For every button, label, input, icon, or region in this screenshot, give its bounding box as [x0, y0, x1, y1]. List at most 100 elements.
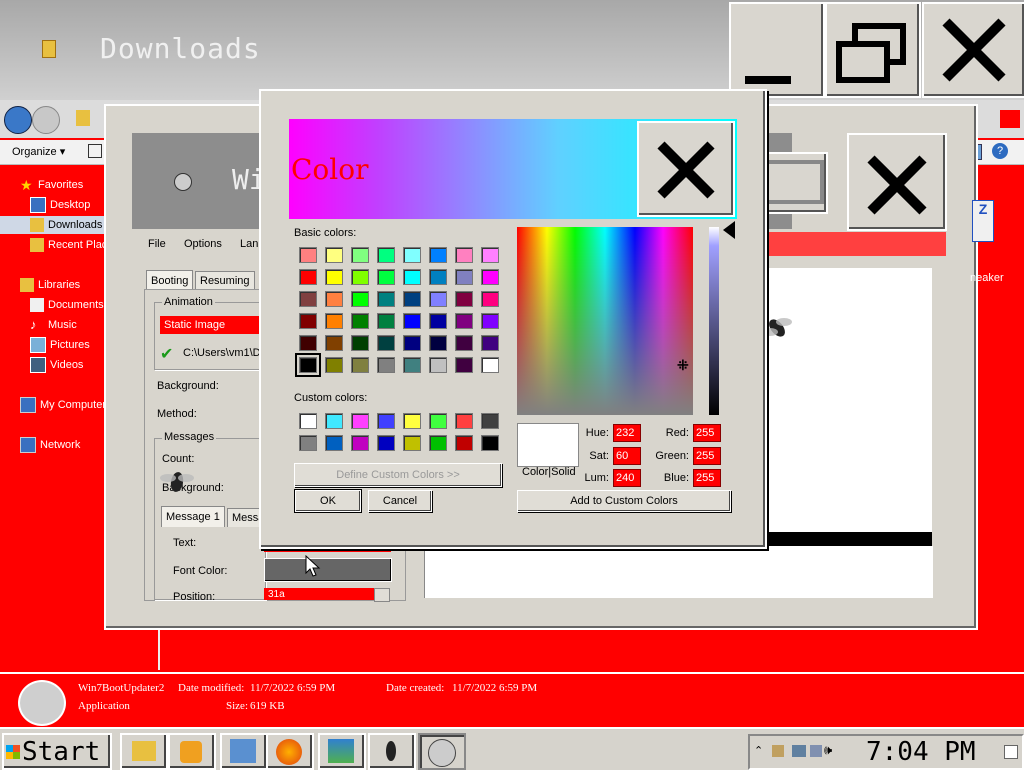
- animation-select[interactable]: Static Image: [160, 316, 260, 334]
- custom-color-swatch[interactable]: [403, 413, 421, 429]
- sidebar-item-my-computer[interactable]: My Computer: [20, 396, 106, 414]
- search-input[interactable]: [1000, 110, 1020, 128]
- custom-color-swatch[interactable]: [481, 435, 499, 451]
- custom-color-swatch[interactable]: [377, 435, 395, 451]
- lum-input[interactable]: 240: [613, 469, 641, 487]
- font-color-button[interactable]: [264, 558, 392, 582]
- custom-color-swatch[interactable]: [299, 413, 317, 429]
- sidebar-item-pictures[interactable]: Pictures: [30, 336, 90, 354]
- close-button[interactable]: [922, 2, 1024, 98]
- basic-color-swatch[interactable]: [403, 269, 421, 285]
- custom-color-swatch[interactable]: [325, 413, 343, 429]
- add-to-custom-colors-button[interactable]: Add to Custom Colors: [517, 490, 731, 512]
- luminance-arrow-icon[interactable]: [721, 219, 737, 241]
- basic-color-swatch[interactable]: [481, 269, 499, 285]
- define-custom-colors-button[interactable]: Define Custom Colors >>: [294, 463, 502, 487]
- stepper-arrow-icon[interactable]: [374, 588, 390, 602]
- custom-color-swatch[interactable]: [325, 435, 343, 451]
- custom-color-swatch[interactable]: [455, 413, 473, 429]
- basic-color-swatch[interactable]: [299, 313, 317, 329]
- basic-color-swatch[interactable]: [429, 313, 447, 329]
- position-stepper[interactable]: 31a: [264, 588, 378, 600]
- basic-color-swatch[interactable]: [455, 335, 473, 351]
- basic-color-swatch[interactable]: [481, 313, 499, 329]
- sidebar-item-desktop[interactable]: Desktop: [30, 196, 90, 214]
- basic-color-swatch[interactable]: [325, 313, 343, 329]
- basic-color-swatch[interactable]: [325, 291, 343, 307]
- basic-color-swatch[interactable]: [429, 291, 447, 307]
- custom-color-swatch[interactable]: [429, 413, 447, 429]
- basic-color-swatch[interactable]: [351, 335, 369, 351]
- basic-color-swatch[interactable]: [403, 357, 421, 373]
- custom-color-swatch[interactable]: [455, 435, 473, 451]
- clock[interactable]: 7:04 PM: [866, 737, 976, 767]
- basic-color-swatch[interactable]: [377, 247, 395, 263]
- basic-color-swatch[interactable]: [299, 269, 317, 285]
- taskbar-media-player[interactable]: [168, 733, 216, 770]
- forward-icon[interactable]: [32, 106, 60, 134]
- basic-color-swatch[interactable]: [325, 357, 343, 373]
- basic-color-swatch[interactable]: [403, 291, 421, 307]
- basic-color-swatch[interactable]: [455, 313, 473, 329]
- blue-input[interactable]: 255: [693, 469, 721, 487]
- basic-color-swatch[interactable]: [325, 269, 343, 285]
- restore-button[interactable]: [825, 2, 921, 98]
- taskbar-display-settings[interactable]: [318, 733, 366, 770]
- basic-color-swatch[interactable]: [429, 247, 447, 263]
- network-tray-icon[interactable]: [810, 745, 822, 757]
- basic-color-swatch[interactable]: [377, 269, 395, 285]
- basic-color-swatch[interactable]: [325, 335, 343, 351]
- organize-button[interactable]: Organize ▾: [12, 145, 65, 158]
- sidebar-item-favorites[interactable]: ★ Favorites: [20, 176, 83, 194]
- taskbar-fly-app[interactable]: [368, 733, 416, 770]
- sidebar-item-videos[interactable]: Videos: [30, 356, 83, 374]
- color-dialog-close-button[interactable]: [637, 121, 735, 217]
- basic-color-swatch[interactable]: [429, 335, 447, 351]
- basic-color-swatch[interactable]: [481, 291, 499, 307]
- basic-color-swatch[interactable]: [325, 247, 343, 263]
- basic-color-swatch[interactable]: [455, 247, 473, 263]
- volume-icon[interactable]: 🕪: [824, 742, 832, 758]
- cancel-button[interactable]: Cancel: [368, 490, 432, 512]
- tab-message-1[interactable]: Message 1: [161, 506, 225, 527]
- luminance-slider[interactable]: [709, 227, 719, 415]
- basic-color-swatch[interactable]: [481, 357, 499, 373]
- basic-color-swatch[interactable]: [351, 357, 369, 373]
- show-hidden-icons-icon[interactable]: ⌃: [754, 744, 763, 757]
- sat-input[interactable]: 60: [613, 447, 641, 465]
- menu-options[interactable]: Options: [184, 238, 222, 250]
- basic-color-swatch[interactable]: [351, 291, 369, 307]
- basic-color-swatch[interactable]: [403, 247, 421, 263]
- taskbar-control-panel[interactable]: [220, 733, 268, 770]
- basic-color-swatch[interactable]: [481, 247, 499, 263]
- tray-app-icon[interactable]: [772, 745, 784, 757]
- custom-color-swatch[interactable]: [351, 413, 369, 429]
- basic-color-swatch[interactable]: [403, 313, 421, 329]
- basic-color-swatch[interactable]: [351, 247, 369, 263]
- app-close-button[interactable]: [847, 133, 947, 231]
- custom-color-swatch[interactable]: [377, 413, 395, 429]
- basic-color-swatch[interactable]: [351, 313, 369, 329]
- tab-resuming[interactable]: Resuming: [195, 271, 255, 290]
- custom-color-swatch[interactable]: [481, 413, 499, 429]
- color-spectrum[interactable]: ⁜: [517, 227, 693, 415]
- sidebar-item-network[interactable]: Network: [20, 436, 80, 454]
- menu-language[interactable]: Lan: [240, 238, 258, 250]
- custom-color-swatch[interactable]: [299, 435, 317, 451]
- minimize-button[interactable]: [729, 2, 825, 98]
- basic-color-swatch[interactable]: [455, 269, 473, 285]
- basic-color-swatch[interactable]: [377, 291, 395, 307]
- menu-file[interactable]: File: [148, 238, 166, 250]
- view-icon[interactable]: [88, 144, 102, 158]
- taskbar-file-explorer[interactable]: [120, 733, 168, 770]
- basic-color-swatch[interactable]: [377, 357, 395, 373]
- basic-color-swatch[interactable]: [351, 269, 369, 285]
- taskbar-boot-updater[interactable]: [418, 733, 466, 770]
- action-center-icon[interactable]: [792, 745, 806, 757]
- basic-color-swatch[interactable]: [455, 291, 473, 307]
- basic-color-swatch[interactable]: [377, 313, 395, 329]
- start-button[interactable]: Start: [2, 733, 112, 770]
- basic-color-swatch[interactable]: [377, 335, 395, 351]
- hue-input[interactable]: 232: [613, 424, 641, 442]
- basic-color-swatch[interactable]: [299, 335, 317, 351]
